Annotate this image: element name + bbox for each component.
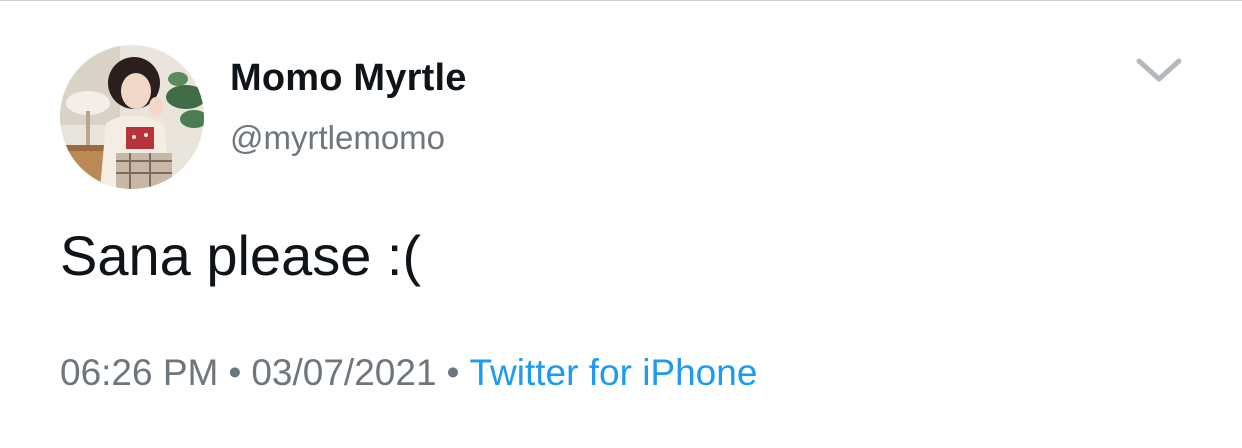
- user-handle[interactable]: @myrtlemomo: [230, 119, 445, 157]
- profile-photo-icon: [60, 45, 204, 189]
- tweet-source-link[interactable]: Twitter for iPhone: [470, 352, 758, 393]
- display-name[interactable]: Momo Myrtle: [230, 57, 467, 100]
- tweet-card: Momo Myrtle @myrtlemomo Sana please :( 0…: [0, 0, 1242, 448]
- tweet-time: 06:26 PM: [60, 352, 219, 393]
- meta-separator: •: [228, 352, 242, 393]
- tweet-text: Sana please :(: [60, 224, 422, 287]
- avatar[interactable]: [60, 45, 204, 189]
- tweet-date: 03/07/2021: [251, 352, 437, 393]
- chevron-down-icon[interactable]: [1133, 53, 1185, 87]
- tweet-meta: 06:26 PM • 03/07/2021 • Twitter for iPhone: [60, 352, 757, 394]
- meta-separator: •: [446, 352, 460, 393]
